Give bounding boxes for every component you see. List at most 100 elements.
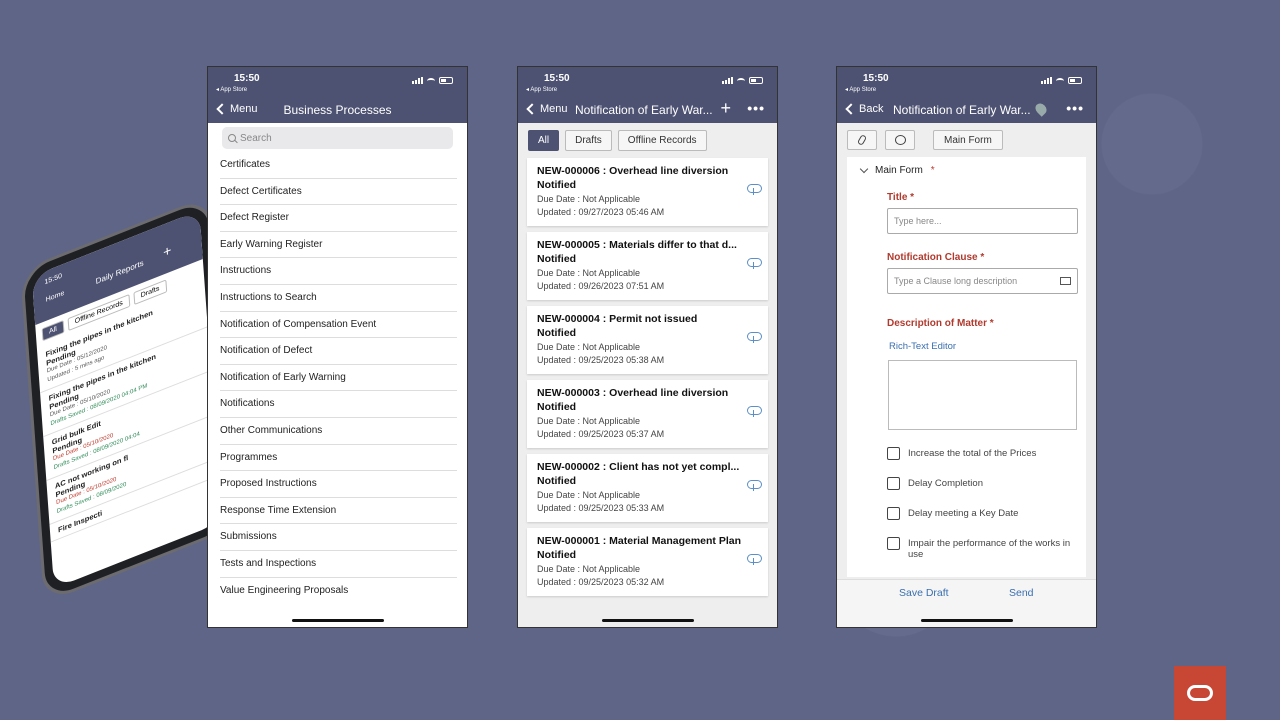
list-item[interactable]: Notification of Early Warning: [220, 365, 457, 392]
chevron-left-icon: [845, 103, 857, 115]
card-updated: Updated : 09/25/2023 05:33 AM: [537, 503, 665, 513]
list-item[interactable]: Value Engineering Proposals: [220, 578, 457, 605]
lookup-icon[interactable]: [1060, 277, 1071, 285]
checkbox-increase-prices[interactable]: Increase the total of the Prices: [887, 447, 1076, 478]
clause-label-text: Notification Clause: [887, 252, 978, 263]
cloud-download-icon[interactable]: [747, 554, 762, 565]
section-header[interactable]: Main Form *: [857, 164, 1076, 176]
back-label: Menu: [540, 103, 568, 115]
more-icon[interactable]: •••: [747, 100, 765, 116]
card-title: NEW-000001 : Material Management Plan: [537, 535, 742, 547]
comment-button[interactable]: [885, 130, 915, 150]
title-label-text: Title: [887, 192, 908, 203]
home-indicator[interactable]: [920, 619, 1013, 622]
app-store-back-link[interactable]: ◂ App Store: [526, 86, 557, 93]
save-draft-button[interactable]: Save Draft: [899, 587, 949, 599]
checkbox-delay-completion[interactable]: Delay Completion: [887, 477, 1076, 508]
list-item[interactable]: Programmes: [220, 445, 457, 472]
checkbox-box[interactable]: [887, 507, 900, 520]
cloud-download-icon[interactable]: [747, 480, 762, 491]
card-due-date: Due Date : Not Applicable: [537, 564, 641, 574]
chevron-left-icon: [526, 103, 538, 115]
description-textarea[interactable]: [888, 360, 1077, 430]
attachment-button[interactable]: [847, 130, 877, 150]
list-item[interactable]: Notifications: [220, 391, 457, 418]
phone-main-form: 15:50 ◂ App Store Back Notification of E…: [836, 66, 1097, 628]
back-label: Back: [859, 103, 884, 115]
card-due-date: Due Date : Not Applicable: [537, 342, 641, 352]
card-updated: Updated : 09/27/2023 05:46 AM: [537, 207, 665, 217]
description-label-text: Description of Matter: [887, 318, 988, 329]
list-item[interactable]: Proposed Instructions: [220, 471, 457, 498]
list-item[interactable]: Response Time Extension: [220, 498, 457, 525]
checkbox-box[interactable]: [887, 477, 900, 490]
home-indicator[interactable]: [601, 619, 694, 622]
list-item[interactable]: Defect Register: [220, 205, 457, 232]
mini-back-button[interactable]: Home: [46, 290, 65, 304]
rich-text-editor-link[interactable]: Rich-Text Editor: [889, 341, 1076, 352]
record-card[interactable]: NEW-000003 : Overhead line diversion Not…: [527, 380, 768, 448]
clause-label: Notification Clause *: [887, 252, 985, 263]
list-item[interactable]: Notification of Defect: [220, 338, 457, 365]
list-item[interactable]: Early Warning Register: [220, 232, 457, 259]
location-pin-icon[interactable]: [1033, 101, 1049, 117]
list-item[interactable]: Instructions: [220, 258, 457, 285]
list-item[interactable]: Submissions: [220, 524, 457, 551]
cloud-download-icon[interactable]: [747, 184, 762, 195]
status-bar: 15:50 ◂ App Store: [208, 67, 467, 97]
cloud-download-icon[interactable]: [747, 258, 762, 269]
menu-back-button[interactable]: Menu: [526, 103, 568, 115]
checkbox-box[interactable]: [887, 447, 900, 460]
oracle-logo: [1174, 666, 1226, 720]
record-card[interactable]: NEW-000005 : Materials differ to that d.…: [527, 232, 768, 300]
battery-icon: [749, 77, 763, 84]
card-title: NEW-000006 : Overhead line diversion: [537, 165, 729, 177]
record-card[interactable]: NEW-000002 : Client has not yet compl...…: [527, 454, 768, 522]
list-item[interactable]: Certificates: [220, 152, 457, 179]
record-card[interactable]: NEW-000001 : Material Management Plan No…: [527, 528, 768, 596]
section-title: Main Form: [875, 165, 923, 176]
main-form-button[interactable]: Main Form: [933, 130, 1003, 150]
paperclip-icon: [856, 134, 868, 146]
page-title: Notification of Early War...: [575, 103, 713, 117]
battery-icon: [1068, 77, 1082, 84]
search-input[interactable]: Search: [222, 127, 453, 149]
filter-offline-records[interactable]: Offline Records: [617, 130, 707, 151]
list-item[interactable]: Defect Certificates: [220, 179, 457, 206]
more-icon[interactable]: •••: [1066, 100, 1084, 116]
filter-all[interactable]: All: [528, 130, 560, 151]
record-card[interactable]: NEW-000006 : Overhead line diversion Not…: [527, 158, 768, 226]
cloud-download-icon[interactable]: [747, 406, 762, 417]
chevron-down-icon: [859, 164, 869, 174]
back-button[interactable]: Back: [845, 103, 884, 115]
card-updated: Updated : 09/25/2023 05:38 AM: [537, 355, 665, 365]
checkbox-delay-key-date[interactable]: Delay meeting a Key Date: [887, 507, 1076, 538]
list-item[interactable]: Instructions to Search: [220, 285, 457, 312]
business-process-list: Certificates Defect Certificates Defect …: [220, 152, 457, 604]
list-item[interactable]: Tests and Inspections: [220, 551, 457, 578]
card-title: NEW-000005 : Materials differ to that d.…: [537, 239, 737, 251]
form-card: Main Form * Title * Type here... Notific…: [847, 157, 1086, 577]
title-input[interactable]: Type here...: [887, 208, 1078, 234]
send-button[interactable]: Send: [1009, 587, 1034, 599]
cloud-download-icon[interactable]: [747, 332, 762, 343]
list-item[interactable]: Notification of Compensation Event: [220, 312, 457, 339]
card-status: Notified: [537, 549, 577, 561]
app-store-back-link[interactable]: ◂ App Store: [216, 86, 247, 93]
form-toolbar: Main Form: [837, 123, 1096, 157]
clause-input[interactable]: Type a Clause long description: [887, 268, 1078, 294]
card-due-date: Due Date : Not Applicable: [537, 416, 641, 426]
home-indicator[interactable]: [291, 619, 384, 622]
card-title: NEW-000003 : Overhead line diversion: [537, 387, 729, 399]
filter-drafts[interactable]: Drafts: [565, 130, 612, 151]
checkbox-impair-performance[interactable]: Impair the performance of the works in u…: [887, 537, 1076, 568]
record-card[interactable]: NEW-000004 : Permit not issued Notified …: [527, 306, 768, 374]
list-item[interactable]: Other Communications: [220, 418, 457, 445]
checkbox-box[interactable]: [887, 537, 900, 550]
page-title: Notification of Early War...: [893, 103, 1031, 117]
mini-plus-icon[interactable]: +: [163, 242, 172, 261]
mini-phone-screen: 15:50 Home Daily Reports + All Offline R…: [31, 210, 222, 589]
mini-tab-all[interactable]: All: [41, 320, 65, 342]
app-store-back-link[interactable]: ◂ App Store: [845, 86, 876, 93]
add-icon[interactable]: +: [720, 98, 731, 119]
